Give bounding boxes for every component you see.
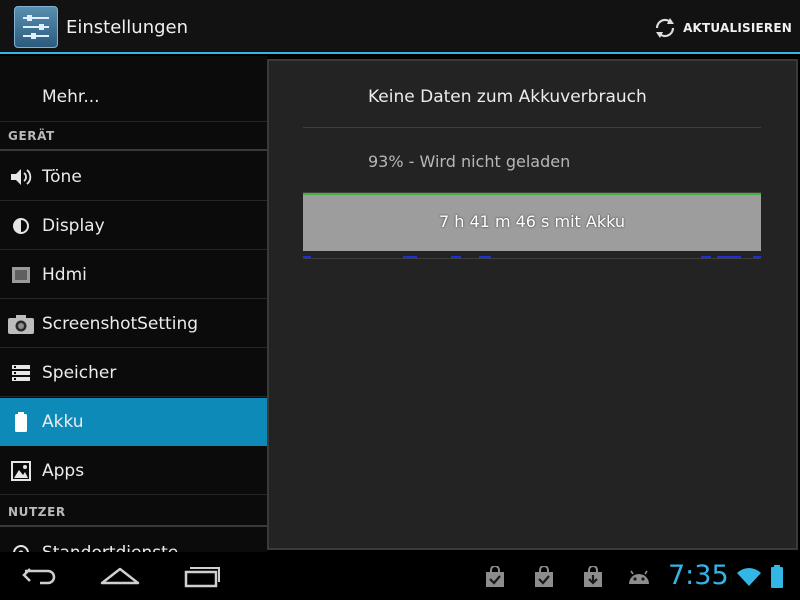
home-button[interactable]: [90, 560, 150, 592]
battery-duration-label: 7 h 41 m 46 s mit Akku: [439, 212, 625, 231]
home-icon: [100, 567, 140, 585]
wifi-icon[interactable]: [736, 564, 762, 590]
battery-history-graph[interactable]: 7 h 41 m 46 s mit Akku: [303, 193, 761, 251]
sidebar-item-hdmi[interactable]: Hdmi: [0, 251, 267, 299]
page-title: Einstellungen: [66, 17, 189, 38]
sidebar-item-battery[interactable]: Akku: [0, 398, 267, 446]
back-icon: [22, 568, 56, 585]
divider: [303, 127, 761, 128]
settings-app-icon[interactable]: [14, 6, 58, 48]
sidebar-item-label: Töne: [42, 166, 82, 187]
clock[interactable]: 7:35: [668, 560, 729, 591]
section-header-device: GERÄT: [0, 123, 267, 151]
shopping-bag-download-icon[interactable]: [580, 564, 606, 590]
divider: [303, 258, 761, 259]
settings-list[interactable]: Mehr... GERÄT Töne Display Hdmi Screensh…: [0, 56, 267, 552]
sidebar-item-label: Mehr...: [42, 86, 100, 107]
location-icon: [0, 529, 42, 552]
android-icon[interactable]: [626, 564, 652, 590]
hdmi-icon: [0, 251, 42, 299]
battery-detail-panel: Keine Daten zum Akkuverbrauch 93% - Wird…: [267, 59, 798, 550]
recent-apps-button[interactable]: [172, 560, 232, 592]
shopping-bag-check-icon[interactable]: [482, 564, 508, 590]
sidebar-item-label: ScreenshotSetting: [42, 313, 199, 334]
sidebar-item-storage[interactable]: Speicher: [0, 349, 267, 397]
battery-status-icon[interactable]: [764, 564, 790, 590]
sidebar-item-screenshot-setting[interactable]: ScreenshotSetting: [0, 300, 267, 348]
sidebar-item-location[interactable]: Standortdienste: [0, 529, 267, 552]
camera-icon: [0, 300, 42, 348]
section-header-user: NUTZER: [0, 499, 267, 527]
shopping-bag-check-icon[interactable]: [531, 564, 557, 590]
sidebar-item-display[interactable]: Display: [0, 202, 267, 250]
system-bar: 7:35: [0, 552, 800, 600]
battery-icon: [0, 398, 42, 446]
sidebar-item-label: Akku: [42, 411, 84, 432]
sidebar-item-more[interactable]: Mehr...: [0, 72, 267, 122]
sidebar-item-sound[interactable]: Töne: [0, 153, 267, 201]
speaker-icon: [0, 153, 42, 201]
sidebar-item-label: Speicher: [42, 362, 117, 383]
sidebar-item-label: Apps: [42, 460, 85, 481]
battery-status-text: 93% - Wird nicht geladen: [368, 152, 571, 171]
back-button[interactable]: [10, 560, 70, 592]
action-bar: Einstellungen AKTUALISIEREN: [0, 0, 800, 54]
apps-icon: [0, 447, 42, 495]
refresh-label: AKTUALISIEREN: [683, 21, 792, 35]
recent-apps-icon: [184, 567, 220, 588]
brightness-icon: [0, 202, 42, 250]
sidebar-item-label: Display: [42, 215, 105, 236]
refresh-button[interactable]: AKTUALISIEREN: [653, 14, 792, 42]
sidebar-item-label: Standortdienste: [42, 543, 178, 553]
sidebar-item-apps[interactable]: Apps: [0, 447, 267, 495]
storage-icon: [0, 349, 42, 397]
sidebar-item-label: Hdmi: [42, 264, 87, 285]
no-battery-data-text: Keine Daten zum Akkuverbrauch: [368, 87, 647, 107]
refresh-icon: [655, 18, 675, 38]
